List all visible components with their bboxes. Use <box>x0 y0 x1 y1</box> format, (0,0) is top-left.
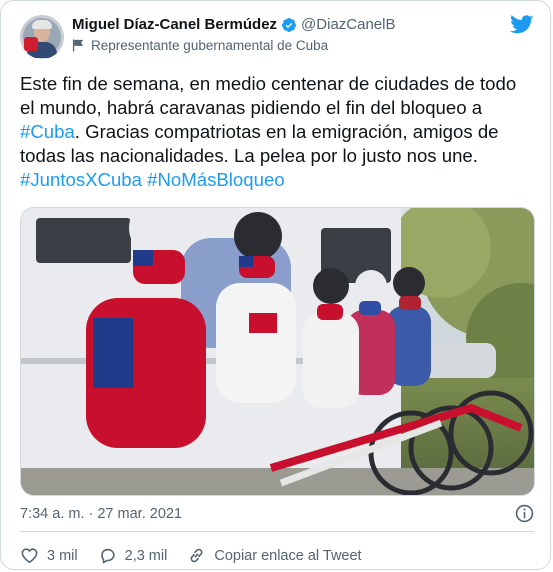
tweet-card: Miguel Díaz-Canel Bermúdez @DiazCanelB R… <box>0 0 551 570</box>
tweet-text-part-1: Este fin de semana, en medio centenar de… <box>20 73 517 118</box>
cyclists-photo <box>21 208 534 495</box>
government-label: Representante gubernamental de Cuba <box>72 38 328 53</box>
tweet-timestamp[interactable]: 7:34 a. m. · 27 mar. 2021 <box>20 506 182 522</box>
twitter-logo-icon[interactable] <box>510 15 534 35</box>
author-row: Miguel Díaz-Canel Bermúdez @DiazCanelB <box>72 16 395 33</box>
info-icon[interactable] <box>515 504 534 523</box>
hashtag-juntosxcuba-link[interactable]: #JuntosXCuba <box>20 169 142 190</box>
reply-count: 2,3 mil <box>124 547 168 564</box>
heart-icon <box>21 548 38 564</box>
verified-badge-icon <box>282 17 297 32</box>
action-bar: 3 mil 2,3 mil Copiar enlace al Tweet <box>20 546 382 565</box>
like-button[interactable]: 3 mil <box>20 546 78 565</box>
reply-button[interactable]: 2,3 mil <box>98 546 168 565</box>
like-count: 3 mil <box>47 547 78 564</box>
divider <box>20 531 534 532</box>
reply-bubble-icon <box>100 548 115 564</box>
author-name[interactable]: Miguel Díaz-Canel Bermúdez <box>72 16 277 33</box>
flag-icon <box>72 39 84 52</box>
avatar-badge <box>24 37 38 51</box>
avatar-hair <box>32 20 52 29</box>
government-label-text: Representante gubernamental de Cuba <box>91 38 329 53</box>
tweet-photo[interactable] <box>20 207 535 496</box>
copy-link-button[interactable]: Copiar enlace al Tweet <box>187 546 362 565</box>
link-icon <box>190 548 203 563</box>
hashtag-nomasbloqueo-link[interactable]: #NoMásBloqueo <box>147 169 284 190</box>
author-handle[interactable]: @DiazCanelB <box>301 16 395 33</box>
copy-link-label: Copiar enlace al Tweet <box>214 547 362 564</box>
avatar[interactable] <box>20 15 64 59</box>
hashtag-cuba-link[interactable]: #Cuba <box>20 121 75 142</box>
tweet-text-part-2: . Gracias compatriotas en la emigración,… <box>20 121 499 166</box>
tweet-text: Este fin de semana, en medio centenar de… <box>20 72 535 192</box>
